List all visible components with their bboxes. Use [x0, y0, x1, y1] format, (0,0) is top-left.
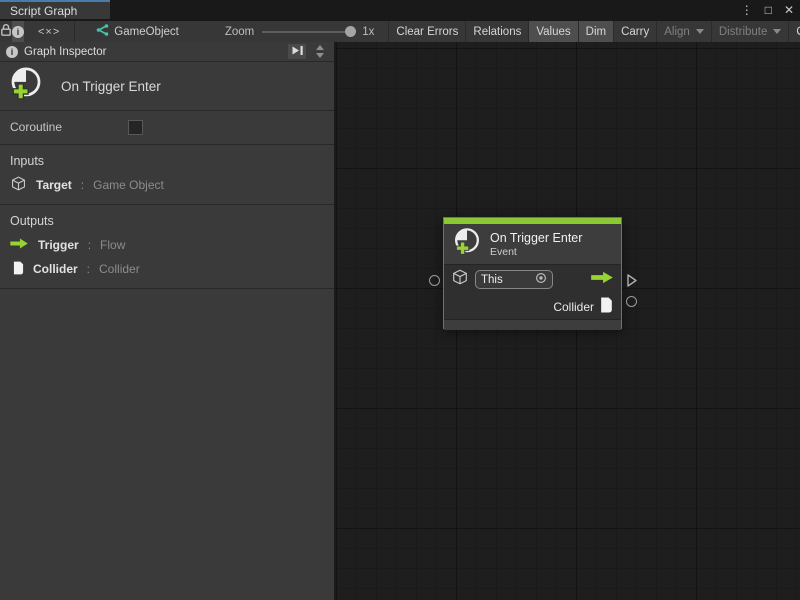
cube-icon — [451, 268, 469, 291]
inspected-unit-title: On Trigger Enter — [61, 79, 161, 94]
distribute-label: Distribute — [719, 26, 768, 38]
align-label: Align — [664, 26, 690, 38]
trigger-output-arrow-icon[interactable] — [590, 271, 614, 289]
panel-scroll-spinner — [312, 45, 328, 58]
relations-button[interactable]: Relations — [465, 21, 528, 42]
io-separator: : — [81, 178, 84, 192]
target-field-value: This — [481, 274, 503, 286]
window-menu-icon[interactable]: ⋮ — [741, 0, 753, 21]
on-trigger-enter-node[interactable]: On Trigger Enter Event This — [443, 217, 622, 329]
node-header-text: On Trigger Enter Event — [490, 231, 582, 258]
toolbar-separator — [74, 21, 75, 42]
coroutine-label: Coroutine — [10, 120, 62, 134]
node-title: On Trigger Enter — [490, 231, 582, 246]
zoom-label: Zoom — [225, 26, 254, 38]
code-preview-button[interactable]: <×> — [38, 21, 60, 42]
collider-output-port[interactable] — [626, 296, 637, 307]
dim-button[interactable]: Dim — [578, 21, 613, 42]
graph-toolbar: i <×> GameObject Zoom 1x Clear Errors Re… — [0, 21, 800, 43]
values-button[interactable]: Values — [528, 21, 577, 42]
code-icon: <×> — [38, 26, 60, 38]
inspected-unit-header: On Trigger Enter — [0, 62, 334, 111]
io-separator: : — [88, 238, 91, 252]
gameobject-icon — [95, 24, 109, 39]
target-object-field[interactable]: This — [475, 270, 553, 289]
dock-icon — [291, 45, 304, 59]
graph-inspector-panel: i Graph Inspector On Trigger Enter — [0, 42, 335, 600]
gameobject-reference[interactable]: GameObject — [95, 21, 179, 42]
graph-canvas[interactable]: On Trigger Enter Event This — [336, 42, 800, 600]
spin-down-icon[interactable] — [316, 53, 324, 58]
inputs-section: Inputs Target : Game Object — [0, 145, 334, 205]
zoom-slider-thumb[interactable] — [345, 26, 356, 37]
io-name: Trigger — [38, 238, 79, 252]
flow-arrow-icon — [10, 238, 29, 252]
dock-panel-button[interactable] — [288, 44, 306, 59]
info-icon: i — [12, 26, 24, 38]
info-icon: i — [6, 46, 18, 58]
close-icon[interactable]: ✕ — [784, 0, 794, 21]
overview-button[interactable]: Overv — [788, 21, 800, 42]
io-row-collider: Collider : Collider — [0, 257, 334, 281]
document-icon — [600, 297, 613, 316]
target-input-port[interactable] — [429, 275, 440, 286]
node-header[interactable]: On Trigger Enter Event — [444, 224, 621, 264]
io-name: Target — [36, 178, 72, 192]
io-type: Collider — [99, 262, 140, 276]
io-type: Game Object — [93, 178, 164, 192]
lock-icon — [0, 23, 12, 40]
gameobject-label: GameObject — [114, 26, 179, 38]
carry-button[interactable]: Carry — [613, 21, 656, 42]
lock-button[interactable] — [0, 21, 12, 42]
document-icon — [10, 261, 24, 278]
node-body: This Collider — [444, 264, 621, 319]
coroutine-row: Coroutine — [0, 111, 334, 145]
node-collider-row: Collider — [444, 294, 621, 319]
zoom-slider[interactable] — [262, 31, 354, 33]
node-footer — [444, 319, 621, 330]
clear-errors-button[interactable]: Clear Errors — [388, 21, 465, 42]
cube-icon — [10, 175, 27, 195]
graph-inspector-title: Graph Inspector — [24, 46, 106, 58]
distribute-button[interactable]: Distribute — [711, 21, 789, 42]
io-type: Flow — [100, 238, 125, 252]
object-picker-icon[interactable] — [535, 272, 547, 287]
trigger-output-port[interactable] — [626, 273, 638, 293]
event-icon — [452, 227, 482, 262]
inputs-heading: Inputs — [0, 151, 334, 173]
outputs-section: Outputs Trigger : Flow Collider : Collid… — [0, 205, 334, 289]
maximize-icon[interactable]: □ — [765, 0, 772, 21]
io-name: Collider — [33, 262, 78, 276]
chevron-down-icon — [696, 29, 704, 34]
zoom-value: 1x — [362, 26, 374, 38]
tab-script-graph[interactable]: Script Graph — [0, 0, 110, 19]
node-subtitle: Event — [490, 246, 582, 258]
spin-up-icon[interactable] — [316, 45, 324, 50]
coroutine-checkbox[interactable] — [128, 120, 143, 135]
inspector-toggle-button[interactable]: i — [12, 21, 24, 42]
align-button[interactable]: Align — [656, 21, 711, 42]
io-row-target: Target : Game Object — [0, 173, 334, 197]
node-target-row: This — [444, 265, 621, 294]
event-icon — [8, 66, 44, 107]
graph-inspector-header: i Graph Inspector — [0, 42, 334, 62]
title-bar: Script Graph ⋮ □ ✕ — [0, 0, 800, 21]
window-controls: ⋮ □ ✕ — [741, 0, 794, 21]
zoom-control: Zoom 1x — [225, 21, 375, 42]
toolbar-buttons: Clear Errors Relations Values Dim Carry … — [388, 21, 800, 42]
io-separator: : — [87, 262, 90, 276]
outputs-heading: Outputs — [0, 211, 334, 233]
chevron-down-icon — [773, 29, 781, 34]
io-row-trigger: Trigger : Flow — [0, 233, 334, 257]
collider-port-label: Collider — [553, 300, 594, 314]
